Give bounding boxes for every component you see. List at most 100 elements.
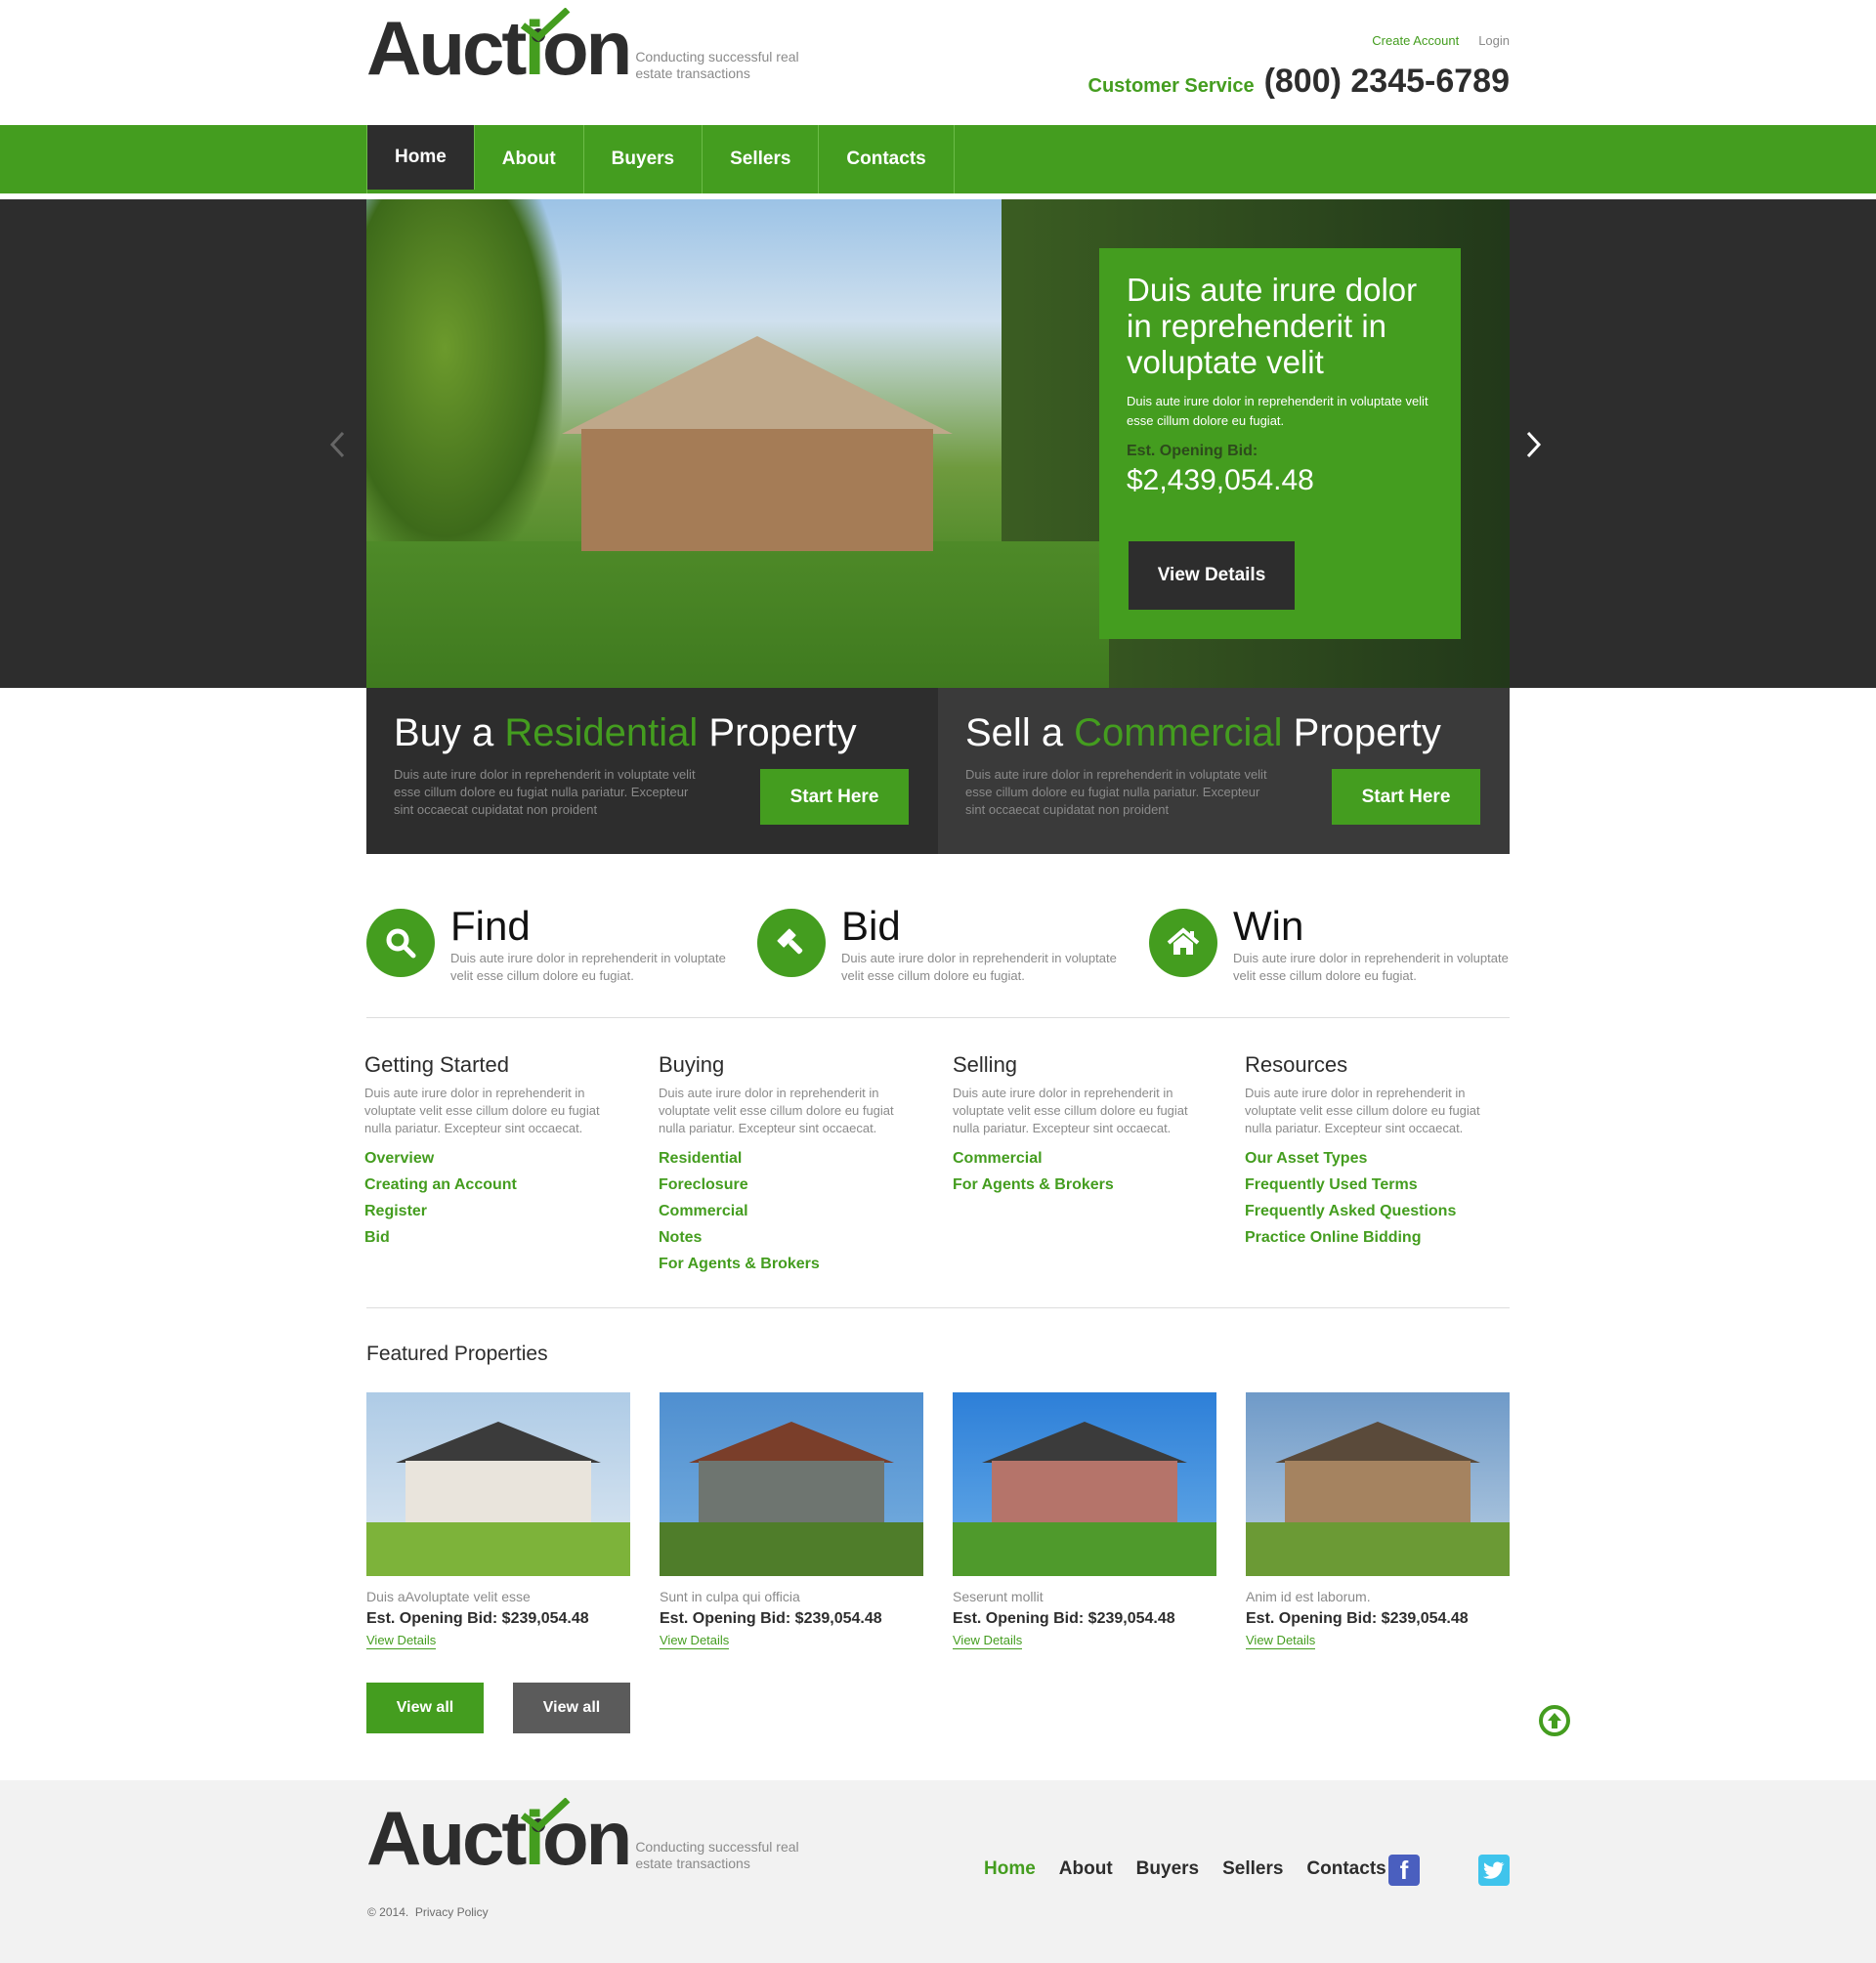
link-residential[interactable]: Residential <box>659 1145 922 1172</box>
logo-text: Auct <box>366 5 527 91</box>
footer-logo[interactable]: Auction Conducting successful real estat… <box>366 1798 799 1876</box>
featured-heading: Featured Properties <box>366 1343 548 1365</box>
view-details-button[interactable]: View Details <box>1129 541 1295 610</box>
nav-item-about[interactable]: About <box>475 125 584 193</box>
column-description: Duis aute irure dolor in reprehenderit i… <box>953 1086 1188 1135</box>
link-asset-types[interactable]: Our Asset Types <box>1245 1145 1509 1172</box>
property-card: Anim id est laborum. Est. Opening Bid: $… <box>1246 1392 1510 1649</box>
site-footer: Auction Conducting successful real estat… <box>0 1780 1876 1963</box>
column-title: Getting Started <box>364 1052 509 1077</box>
logo[interactable]: Auction Conducting successful real estat… <box>366 8 799 86</box>
column-title: Resources <box>1245 1052 1348 1077</box>
feature-title: Bid <box>841 903 901 949</box>
view-details-link[interactable]: View Details <box>660 1633 730 1649</box>
logo-wordmark: Auction <box>366 8 632 86</box>
column-description: Duis aute irure dolor in reprehenderit i… <box>1245 1086 1480 1135</box>
property-house <box>1285 1461 1471 1529</box>
link-agents-brokers[interactable]: For Agents & Brokers <box>953 1172 1216 1198</box>
chevron-right-icon[interactable] <box>1524 430 1548 459</box>
cta-title: Sell a Commercial Property <box>965 709 1482 756</box>
login-link[interactable]: Login <box>1478 33 1510 48</box>
account-links: Create Account Login <box>1372 33 1510 48</box>
property-image[interactable] <box>366 1392 630 1576</box>
logo-tagline: Conducting successful real estate transa… <box>635 1839 798 1872</box>
cta-description: Duis aute irure dolor in reprehenderit i… <box>965 767 1267 817</box>
sell-commercial-block: Sell a Commercial Property Duis aute iru… <box>938 688 1510 854</box>
property-house <box>699 1461 884 1529</box>
tagline-line-1: Conducting successful real <box>635 49 799 64</box>
nav-item-buyers[interactable]: Buyers <box>584 125 704 193</box>
link-commercial[interactable]: Commercial <box>953 1145 1216 1172</box>
logo-text: Auct <box>366 1795 527 1881</box>
property-card: Sunt in culpa qui officia Est. Opening B… <box>660 1392 923 1649</box>
view-details-link[interactable]: View Details <box>366 1633 437 1649</box>
hero-house-body <box>581 429 933 551</box>
property-image[interactable] <box>1246 1392 1510 1576</box>
nav-item-sellers[interactable]: Sellers <box>703 125 820 193</box>
property-image[interactable] <box>660 1392 923 1576</box>
property-roof <box>1275 1422 1480 1463</box>
phone-number[interactable]: (800) 2345-6789 <box>1264 63 1510 101</box>
footer-nav: Home About Buyers Sellers Contacts <box>984 1858 1386 1880</box>
view-details-link[interactable]: View Details <box>1246 1633 1316 1649</box>
property-lawn <box>366 1522 630 1576</box>
start-here-button[interactable]: Start Here <box>760 769 909 825</box>
link-notes[interactable]: Notes <box>659 1224 922 1251</box>
link-commercial[interactable]: Commercial <box>659 1198 922 1224</box>
main-nav: Home About Buyers Sellers Contacts <box>0 125 1876 193</box>
cta-title-highlight: Commercial <box>1074 711 1283 754</box>
hero-title: Duis aute irure dolor in reprehenderit i… <box>1127 272 1418 380</box>
site-header: Auction Conducting successful real estat… <box>0 0 1876 125</box>
checkmark-icon <box>520 8 571 42</box>
property-lawn <box>1246 1522 1510 1576</box>
link-bid[interactable]: Bid <box>364 1224 628 1251</box>
view-all-secondary-button[interactable]: View all <box>513 1683 630 1733</box>
property-image[interactable] <box>953 1392 1216 1576</box>
property-name: Sunt in culpa qui officia <box>660 1589 800 1604</box>
hero-description: Duis aute irure dolor in reprehenderit i… <box>1127 394 1428 428</box>
link-creating-account[interactable]: Creating an Account <box>364 1172 628 1198</box>
scroll-to-top-icon[interactable] <box>1539 1705 1570 1736</box>
facebook-icon[interactable]: f <box>1388 1855 1420 1886</box>
footer-nav-sellers[interactable]: Sellers <box>1222 1858 1283 1880</box>
property-roof <box>396 1422 601 1463</box>
divider <box>366 1017 1510 1018</box>
link-register[interactable]: Register <box>364 1198 628 1224</box>
search-icon <box>366 909 435 977</box>
feature-description: Duis aute irure dolor in reprehenderit i… <box>841 951 1117 983</box>
column-buying: Buying Duis aute irure dolor in reprehen… <box>659 1051 922 1277</box>
link-practice-bidding[interactable]: Practice Online Bidding <box>1245 1224 1509 1251</box>
hero-lawn <box>366 541 1109 688</box>
link-overview[interactable]: Overview <box>364 1145 628 1172</box>
feature-description: Duis aute irure dolor in reprehenderit i… <box>450 951 726 983</box>
view-all-button[interactable]: View all <box>366 1683 484 1733</box>
logo-wordmark: Auction <box>366 1798 632 1876</box>
footer-nav-buyers[interactable]: Buyers <box>1136 1858 1199 1880</box>
twitter-icon[interactable] <box>1478 1855 1510 1886</box>
link-agents-brokers[interactable]: For Agents & Brokers <box>659 1251 922 1277</box>
feature-title: Win <box>1233 903 1304 949</box>
logo-tagline: Conducting successful real estate transa… <box>635 49 798 82</box>
property-card: Seserunt mollit Est. Opening Bid: $239,0… <box>953 1392 1216 1649</box>
link-used-terms[interactable]: Frequently Used Terms <box>1245 1172 1509 1198</box>
property-name: Seserunt mollit <box>953 1589 1044 1604</box>
hero-panel: Duis aute irure dolor in reprehenderit i… <box>1099 248 1461 639</box>
nav-item-contacts[interactable]: Contacts <box>819 125 955 193</box>
property-name: Anim id est laborum. <box>1246 1589 1371 1604</box>
link-faq[interactable]: Frequently Asked Questions <box>1245 1198 1509 1224</box>
privacy-policy-link[interactable]: Privacy Policy <box>415 1905 489 1919</box>
view-details-link[interactable]: View Details <box>953 1633 1023 1649</box>
footer-nav-contacts[interactable]: Contacts <box>1306 1858 1386 1880</box>
column-resources: Resources Duis aute irure dolor in repre… <box>1245 1051 1509 1251</box>
create-account-link[interactable]: Create Account <box>1372 33 1459 48</box>
footer-nav-home[interactable]: Home <box>984 1858 1036 1880</box>
nav-item-home[interactable]: Home <box>367 125 475 190</box>
feature-title: Find <box>450 903 531 949</box>
link-foreclosure[interactable]: Foreclosure <box>659 1172 922 1198</box>
cta-title: Buy a Residential Property <box>394 709 911 756</box>
chevron-left-icon[interactable] <box>327 430 351 459</box>
home-icon <box>1149 909 1217 977</box>
feature-description: Duis aute irure dolor in reprehenderit i… <box>1233 951 1509 983</box>
start-here-button[interactable]: Start Here <box>1332 769 1480 825</box>
footer-nav-about[interactable]: About <box>1059 1858 1113 1880</box>
